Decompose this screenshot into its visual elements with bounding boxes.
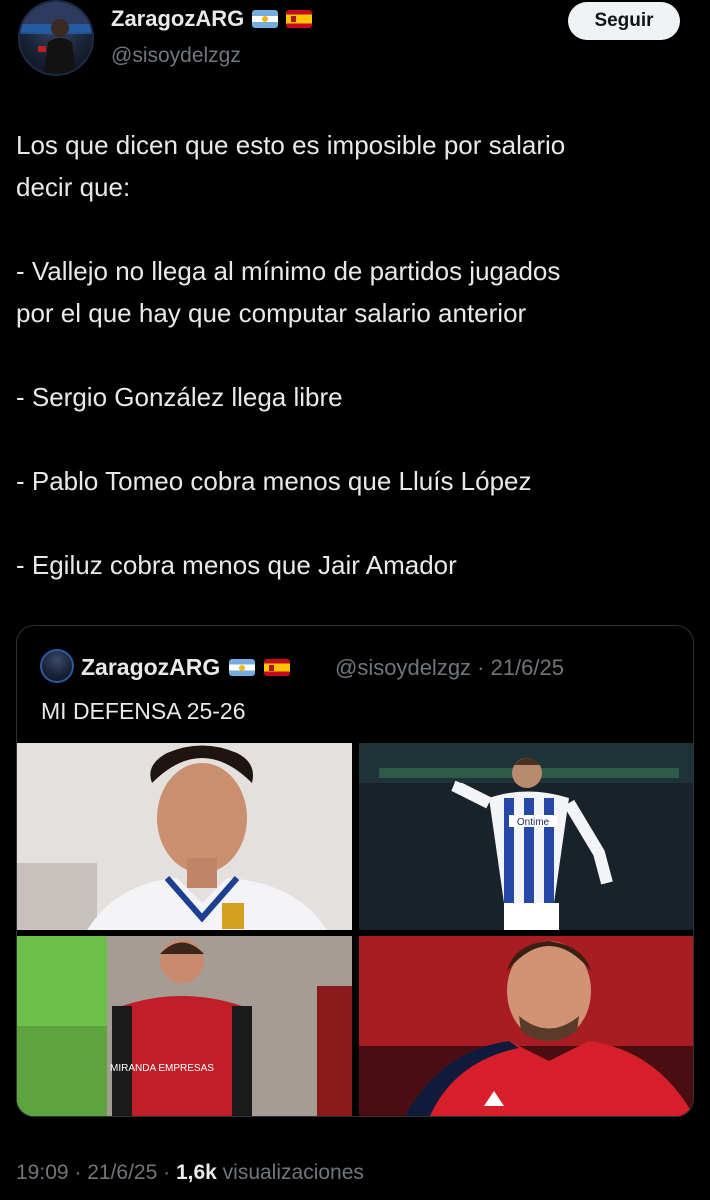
sponsor-label: Ontime — [517, 817, 550, 828]
spain-flag-icon — [286, 10, 313, 28]
player-photo-3[interactable]: MIRANDA EMPRESAS — [17, 936, 352, 1116]
author-name[interactable]: ZaragozARG — [111, 6, 313, 32]
spain-flag-icon — [264, 659, 291, 676]
argentina-flag-icon — [229, 659, 256, 676]
player-figure-icon — [17, 743, 352, 930]
quoted-author-name[interactable]: ZaragozARG — [81, 654, 291, 681]
views-label: visualizaciones — [216, 1161, 364, 1184]
argentina-flag-icon — [252, 10, 279, 28]
player-photo-1[interactable] — [17, 743, 352, 930]
tweet-text-line: - Pablo Tomeo cobra menos que Lluís Lópe… — [16, 466, 532, 496]
tweet-meta: 19:09 · 21/6/25 · 1,6k visualizaciones — [16, 1161, 364, 1185]
tweet-timestamp[interactable]: 19:09 · 21/6/25 · — [16, 1161, 176, 1184]
player-figure-icon: Ontime — [359, 743, 693, 930]
tweet-text-line: - Egiluz cobra menos que Jair Amador — [16, 550, 457, 580]
tweet-text-line: - Sergio González llega libre — [16, 382, 343, 412]
quoted-tweet-card[interactable]: ZaragozARG @sisoydelzgz · 21/6/25 MI DEF… — [16, 625, 694, 1117]
sponsor-label: MIRANDA EMPRESAS — [110, 1063, 214, 1074]
views-count: 1,6k — [175, 1161, 217, 1184]
quoted-tweet-text: MI DEFENSA 25-26 — [41, 698, 246, 724]
quoted-author-display-name[interactable]: ZaragozARG — [81, 654, 220, 681]
player-photo-2[interactable]: Ontime — [359, 743, 693, 930]
quoted-handle-date[interactable]: @sisoydelzgz · 21/6/25 — [335, 655, 564, 681]
player-photo-4[interactable] — [359, 936, 693, 1116]
player-figure-icon: MIRANDA EMPRESAS — [17, 936, 352, 1116]
tweet-text-line: por el que hay que computar salario ante… — [16, 298, 527, 328]
follow-button[interactable]: Seguir — [568, 2, 680, 40]
tweet-text-line: decir que: — [16, 172, 131, 202]
author-display-name[interactable]: ZaragozARG — [111, 6, 244, 32]
tweet-text-line: Los que dicen que esto es imposible por … — [16, 130, 566, 160]
author-avatar[interactable] — [18, 0, 94, 76]
quoted-author-avatar[interactable] — [40, 649, 74, 683]
player-figure-icon — [359, 936, 693, 1116]
author-handle[interactable]: @sisoydelzgz — [111, 44, 241, 68]
quoted-media-grid[interactable]: Ontime MIRANDA EMPRESAS — [17, 743, 693, 1116]
tweet-text-line: - Vallejo no llega al mínimo de partidos… — [16, 256, 561, 286]
avatar-figure-icon — [20, 2, 92, 74]
